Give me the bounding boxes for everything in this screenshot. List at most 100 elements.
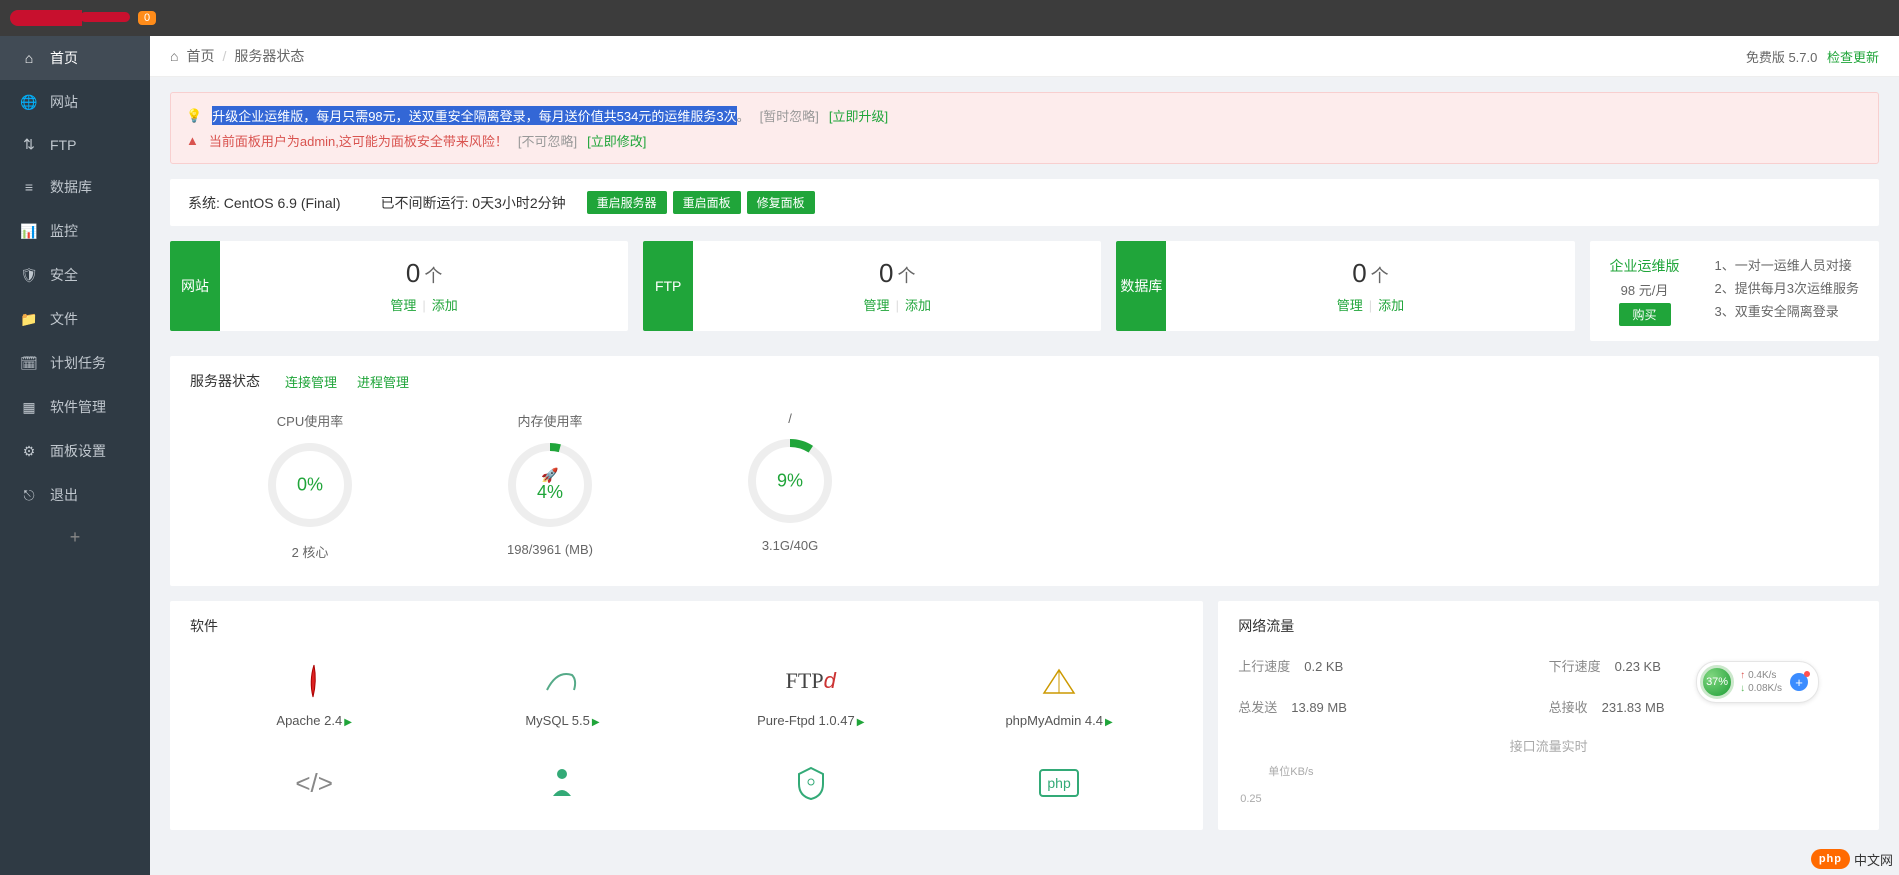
software-item-pureftpd[interactable]: FTPd Pure-Ftpd 1.0.47▶ — [687, 661, 935, 728]
lock-shield-icon — [687, 763, 935, 803]
brand-text: 中文网 — [1854, 850, 1893, 869]
promo-price: 98 元/月 — [1610, 280, 1680, 299]
monitor-icon: 📊 — [20, 223, 38, 240]
network-panel: 网络流量 上行速度0.2 KB 下行速度0.23 KB 总发送13.89 MB … — [1218, 601, 1879, 830]
warning-icon: ▲ — [186, 133, 199, 148]
float-speed-widget[interactable]: 37% 0.4K/s 0.08K/s + — [1696, 661, 1819, 703]
software-item-apache[interactable]: Apache 2.4▶ — [190, 661, 438, 728]
play-icon: ▶ — [857, 717, 865, 728]
gauge-percent[interactable]: 🚀4% — [537, 467, 563, 503]
widget-plus-button[interactable]: + — [1790, 673, 1808, 691]
manage-link[interactable]: 管理 — [864, 298, 890, 313]
sidebar-item-software[interactable]: ▦软件管理 — [0, 385, 150, 429]
sidebar-item-ftp[interactable]: ⇅FTP — [0, 124, 150, 165]
restart-server-button[interactable]: 重启服务器 — [587, 191, 667, 214]
sidebar-item-logout[interactable]: ⎋退出 — [0, 473, 150, 517]
sidebar-item-security[interactable]: 🛡 安全 — [0, 253, 150, 297]
gear-icon: ⚙ — [20, 443, 38, 460]
gauge-sub: 3.1G/40G — [670, 538, 910, 553]
sidebar-item-label: 数据库 — [50, 177, 92, 197]
breadcrumb-current: 服务器状态 — [234, 46, 304, 66]
shield-icon: 🛡 — [20, 267, 38, 284]
sidebar-item-database[interactable]: ≡数据库 — [0, 165, 150, 209]
gauge-label: 内存使用率 — [430, 411, 670, 430]
network-title: 网络流量 — [1238, 616, 1859, 636]
globe-icon: 🌐 — [20, 94, 38, 111]
conn-manage-link[interactable]: 连接管理 — [285, 372, 337, 391]
add-link[interactable]: 添加 — [1378, 298, 1404, 313]
software-item-placeholder[interactable]: php — [935, 763, 1183, 815]
sidebar-item-label: 文件 — [50, 309, 78, 329]
widget-percent: 37% — [1700, 665, 1734, 699]
stat-unit: 个 — [424, 266, 442, 286]
software-item-placeholder[interactable]: </> — [190, 763, 438, 815]
alert-upgrade-link[interactable]: [立即升级] — [829, 106, 888, 125]
alert-box: 💡 升级企业运维版，每月只需98元，送双重安全隔离登录，每月送价值共534元的运… — [170, 92, 1879, 164]
down-speed-value: 0.23 KB — [1615, 659, 1661, 674]
software-item-mysql[interactable]: MySQL 5.5▶ — [438, 661, 686, 728]
manage-link[interactable]: 管理 — [1337, 298, 1363, 313]
alert-ignore-link[interactable]: [暂时忽略] — [760, 106, 819, 125]
software-item-placeholder[interactable] — [438, 763, 686, 815]
sidebar-add[interactable]: + — [0, 517, 150, 558]
brand-logo: php — [1811, 849, 1850, 869]
add-link[interactable]: 添加 — [905, 298, 931, 313]
phpmyadmin-icon — [935, 661, 1183, 701]
sidebar-item-label: 安全 — [50, 265, 78, 285]
software-panel: 软件 Apache 2.4▶ MySQL 5.5▶ FTPd Pure-Ft — [170, 601, 1203, 830]
widget-down-speed: 0.08K/s — [1740, 682, 1782, 695]
buy-button[interactable]: 购买 — [1619, 303, 1671, 326]
gauge-memory: 内存使用率 🚀4% 198/3961 (MB) — [430, 411, 670, 561]
widget-up-speed: 0.4K/s — [1740, 669, 1782, 682]
chart-tick: 0.25 — [1240, 793, 1261, 805]
alert-upgrade-text: 升级企业运维版，每月只需98元，送双重安全隔离登录，每月送价值共534元的运维服… — [212, 106, 736, 125]
gauge-cpu: CPU使用率 0% 2 核心 — [190, 411, 430, 561]
alert-noignore-link[interactable]: [不可忽略] — [518, 131, 577, 150]
sidebar-item-label: 面板设置 — [50, 441, 106, 461]
manage-link[interactable]: 管理 — [390, 298, 416, 313]
stat-tag: FTP — [643, 241, 693, 331]
breadcrumb-home[interactable]: 首页 — [186, 46, 214, 66]
restart-panel-button[interactable]: 重启面板 — [673, 191, 741, 214]
sidebar-item-label: 监控 — [50, 221, 78, 241]
stat-tag: 数据库 — [1116, 241, 1166, 331]
breadcrumb-bar: ⌂ 首页 / 服务器状态 免费版 5.7.0 检查更新 — [150, 36, 1899, 77]
check-update-link[interactable]: 检查更新 — [1827, 50, 1879, 65]
alert-fix-link[interactable]: [立即修改] — [587, 131, 646, 150]
main: ⌂ 首页 / 服务器状态 免费版 5.7.0 检查更新 💡 升级企业运维版，每月… — [150, 36, 1899, 875]
sidebar-item-cron[interactable]: 🗓计划任务 — [0, 341, 150, 385]
stat-num: 0 — [1352, 258, 1366, 288]
sidebar-item-settings[interactable]: ⚙ 面板设置 — [0, 429, 150, 473]
total-recv-value: 231.83 MB — [1602, 700, 1665, 715]
alert-upgrade-tail: 。 — [737, 106, 750, 125]
repair-panel-button[interactable]: 修复面板 — [747, 191, 815, 214]
php-icon: php — [935, 763, 1183, 803]
stat-unit: 个 — [1371, 266, 1389, 286]
sidebar-item-site[interactable]: 🌐网站 — [0, 80, 150, 124]
alert-admin-text: 当前面板用户为admin,这可能为面板安全带来风险！ — [209, 131, 508, 150]
play-icon: ▶ — [1105, 717, 1113, 728]
topbar-badge[interactable]: 0 — [138, 11, 156, 25]
promo-card: 企业运维版 98 元/月 购买 1、一对一运维人员对接 2、提供每月3次运维服务… — [1590, 241, 1879, 341]
alert-row-upgrade: 💡 升级企业运维版，每月只需98元，送双重安全隔离登录，每月送价值共534元的运… — [186, 103, 1863, 128]
calendar-icon: 🗓 — [20, 355, 38, 372]
total-recv-label: 总接收 — [1549, 700, 1588, 715]
up-speed-value: 0.2 KB — [1304, 659, 1343, 674]
sidebar-item-monitor[interactable]: 📊 监控 — [0, 209, 150, 253]
software-item-phpmyadmin[interactable]: phpMyAdmin 4.4▶ — [935, 661, 1183, 728]
sidebar-item-home[interactable]: ⌂首页 — [0, 36, 150, 80]
sidebar-item-files[interactable]: 📁文件 — [0, 297, 150, 341]
proc-manage-link[interactable]: 进程管理 — [357, 372, 409, 391]
promo-line: 1、一对一运维人员对接 — [1715, 253, 1859, 276]
software-item-placeholder[interactable] — [687, 763, 935, 815]
topbar: 0 — [0, 0, 1899, 36]
system-bar: 系统: CentOS 6.9 (Final) 已不间断运行: 0天3小时2分钟 … — [170, 179, 1879, 226]
topbar-scribble — [10, 10, 130, 26]
bulb-icon: 💡 — [186, 108, 202, 124]
gauge-sub: 198/3961 (MB) — [430, 542, 670, 557]
up-speed-label: 上行速度 — [1238, 659, 1290, 674]
brand-badge[interactable]: php 中文网 — [1811, 849, 1893, 869]
stat-row: 网站 0个 管理|添加 FTP 0个 管理|添加 数据库 — [170, 241, 1879, 341]
sidebar-item-label: 首页 — [50, 48, 78, 68]
add-link[interactable]: 添加 — [432, 298, 458, 313]
